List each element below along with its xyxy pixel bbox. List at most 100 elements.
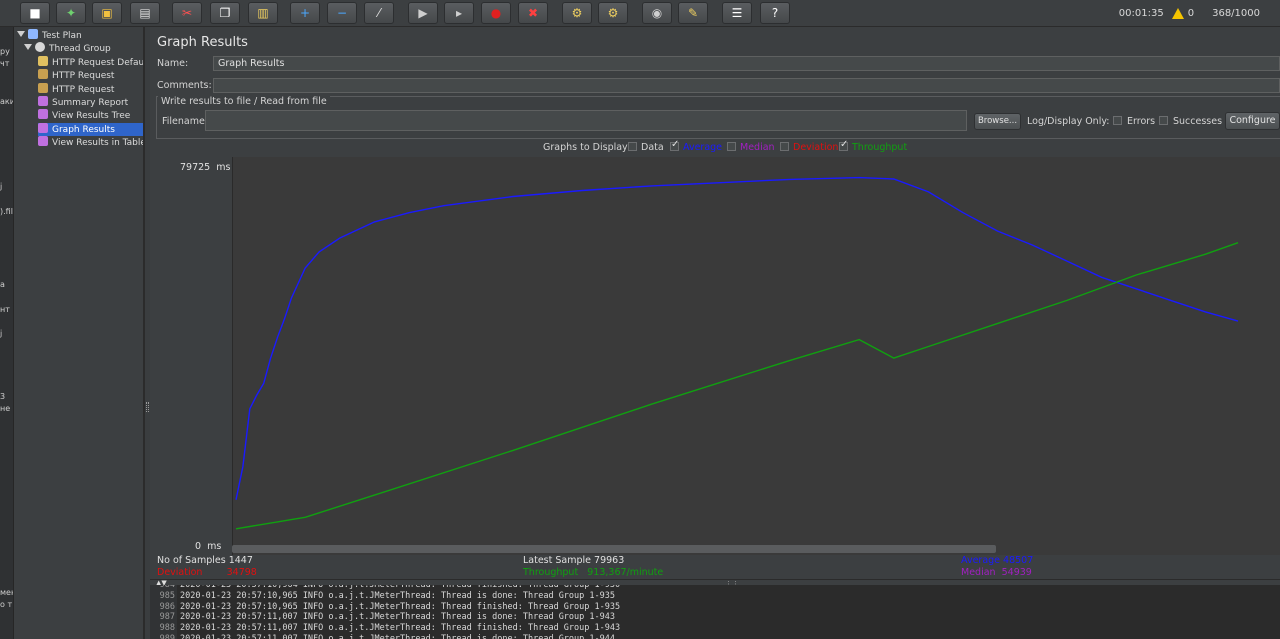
broom-icon: ✎: [687, 6, 699, 20]
warning-count: 0: [1187, 8, 1195, 19]
deviation-summary: Deviation 34798: [157, 567, 257, 578]
cut-button[interactable]: ✂: [172, 2, 202, 24]
templates-button[interactable]: ✦: [56, 2, 86, 24]
start-button[interactable]: ▶: [408, 2, 438, 24]
background-text: а: [0, 280, 5, 289]
errors-checkbox[interactable]: [1113, 116, 1122, 125]
data-label: Data: [641, 142, 664, 153]
successes-checkbox[interactable]: [1159, 116, 1168, 125]
sampler-icon: [38, 69, 48, 80]
stop-button[interactable]: ●: [481, 2, 511, 24]
tree-node-thread-group[interactable]: Thread Group: [24, 42, 143, 55]
tree-node-graph-results[interactable]: Graph Results: [38, 122, 143, 136]
deviation-label: Deviation: [793, 142, 839, 153]
chart-svg: [235, 176, 1239, 530]
copy-button[interactable]: ❐: [210, 2, 240, 24]
background-text: чт: [0, 59, 10, 68]
toggle-button[interactable]: ⁄: [364, 2, 394, 24]
elapsed-time: 00:01:35: [1118, 8, 1164, 19]
paste-icon: ▥: [257, 6, 269, 20]
data-checkbox[interactable]: [628, 142, 637, 151]
browse-button[interactable]: Browse...: [974, 113, 1021, 130]
latest-sample-summary: Latest Sample 79963: [523, 555, 625, 566]
background-text: ј: [0, 329, 3, 338]
throughput-label: Throughput: [852, 142, 908, 153]
clear-button[interactable]: ⚙: [562, 2, 592, 24]
help-icon: ?: [771, 6, 779, 20]
log-line: 988 2020-01-23 20:57:11,007 INFO o.a.j.t.…: [150, 623, 1280, 634]
median-summary: Median 54939: [961, 567, 1032, 578]
log-line-number: 986: [150, 601, 177, 613]
tree-node-label: HTTP Request Defaults: [52, 57, 144, 68]
divider-grip[interactable]: [146, 402, 149, 412]
expand-triangle-icon[interactable]: [24, 44, 32, 51]
series-line-average: [235, 176, 1239, 500]
log-line: 985 2020-01-23 20:57:10,965 INFO o.a.j.t.…: [150, 590, 1280, 602]
toolbar: ■ ✦ ▣ ▤ ✂ ❐ ▥ + − ⁄ ▶ ▸ ● ✖ ⚙ ⚙ ◉ ✎ ☰? 00:01:35 0 368/1000: [0, 0, 1280, 27]
cut-icon: ✂: [181, 6, 193, 20]
active-threads: 368/1000: [1212, 8, 1260, 19]
tree-node-label: View Results in Table: [52, 138, 144, 149]
background-text: аки: [0, 97, 14, 106]
throughput-summary: Throughput 913,367/minute: [523, 567, 664, 578]
tree-node-http-request-defaults[interactable]: HTTP Request Defaults: [38, 55, 144, 69]
throughput-checkbox[interactable]: [839, 139, 848, 151]
median-checkbox[interactable]: [727, 142, 736, 151]
templates-icon: ✦: [65, 6, 77, 20]
log-line-text: 2020-01-23 20:57:11,007 INFO o.a.j.t.JMe…: [180, 633, 615, 639]
function-helper-button[interactable]: ☰: [722, 2, 752, 24]
filename-input[interactable]: [205, 110, 967, 131]
log-panel[interactable]: 984 2020-01-23 20:57:10,964 INFO o.a.j.t.…: [150, 585, 1280, 639]
toggle-icon: ⁄: [377, 6, 380, 20]
shutdown-icon: ✖: [527, 6, 539, 20]
tree-node-summary-report[interactable]: Summary Report: [38, 96, 143, 109]
average-checkbox[interactable]: [670, 139, 679, 151]
stop-icon: ●: [490, 6, 502, 20]
configure-button[interactable]: Configure: [1225, 112, 1280, 130]
list-icon: ☰: [731, 6, 743, 20]
warning-icon[interactable]: [1171, 8, 1184, 19]
log-display-label: Log/Display Only:: [1027, 116, 1110, 127]
average-label: Average: [683, 142, 723, 153]
start-no-pauses-button[interactable]: ▸: [444, 2, 474, 24]
reset-search-button[interactable]: ✎: [678, 2, 708, 24]
filename-label: Filename: [162, 116, 205, 127]
listener-icon: [38, 109, 48, 120]
minus-icon: −: [336, 6, 348, 20]
binoculars-icon: ◉: [651, 6, 663, 20]
new-button[interactable]: ■: [20, 2, 50, 24]
tree-node-label: Thread Group: [49, 44, 111, 55]
samples-summary: No of Samples 1447: [157, 555, 253, 566]
graph-results-panel: Graph Results Name: Graph Results Commen…: [150, 27, 1280, 639]
name-field[interactable]: Graph Results: [213, 56, 1280, 71]
clear-all-button[interactable]: ⚙: [598, 2, 628, 24]
help-button[interactable]: ?: [760, 2, 790, 24]
graphs-to-display-label: Graphs to Display: [543, 142, 628, 153]
median-label: Median: [740, 142, 775, 153]
tree-node-http-request-1[interactable]: HTTP Request: [38, 69, 143, 82]
collapse-button[interactable]: −: [327, 2, 357, 24]
shutdown-button[interactable]: ✖: [518, 2, 548, 24]
paste-button[interactable]: ▥: [248, 2, 278, 24]
open-button[interactable]: ▣: [92, 2, 122, 24]
expand-triangle-icon[interactable]: [17, 31, 25, 37]
tree-node-view-results-table[interactable]: View Results in Table: [38, 136, 143, 149]
test-plan-tree[interactable]: Test Plan Thread Group HTTP Request Defaul…: [14, 27, 144, 639]
errors-label: Errors: [1127, 116, 1156, 127]
tree-node-label: HTTP Request: [52, 71, 115, 82]
y-axis-min: 0 ms: [195, 541, 222, 552]
comments-field[interactable]: [213, 78, 1280, 93]
search-button[interactable]: ◉: [642, 2, 672, 24]
tree-node-http-request-2[interactable]: HTTP Request: [38, 82, 143, 96]
expand-button[interactable]: +: [290, 2, 320, 24]
background-window-strip: ру чт аки ј).fil а нт ј 3 не мен о т: [0, 27, 14, 639]
tree-node-view-results-tree[interactable]: View Results Tree: [38, 109, 143, 122]
tree-node-label: Graph Results: [52, 124, 115, 135]
graph-horizontal-scrollbar[interactable]: [232, 545, 996, 553]
series-line-throughput: [235, 242, 1239, 530]
save-button[interactable]: ▤: [130, 2, 160, 24]
graph-canvas: [232, 157, 1280, 555]
background-text: не: [0, 404, 11, 413]
tree-node-test-plan[interactable]: Test Plan: [17, 29, 143, 42]
deviation-checkbox[interactable]: [780, 142, 789, 151]
